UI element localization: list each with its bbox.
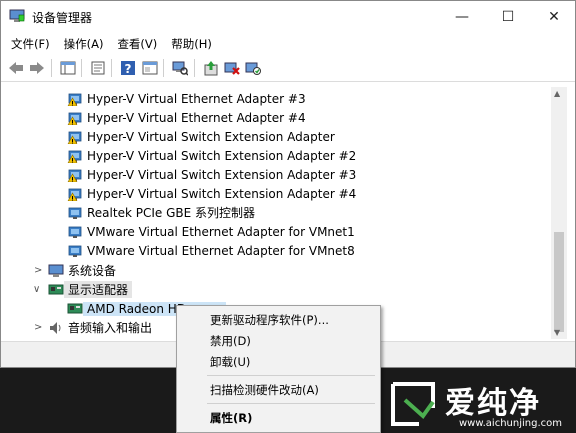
toolbar-separator [163, 59, 164, 77]
menu-item-properties[interactable]: 属性(R) [210, 410, 252, 426]
forward-button[interactable] [28, 59, 46, 77]
tree-category-audio[interactable]: 音频输入和输出 [48, 318, 152, 337]
toolbar-separator [194, 59, 195, 77]
properties-toolbar-button[interactable] [89, 59, 107, 77]
close-button[interactable]: ✕ [531, 1, 576, 32]
toolbar-separator [111, 59, 112, 77]
enable-device-icon [245, 62, 261, 75]
minimize-icon: — [455, 8, 469, 25]
menu-separator [207, 403, 375, 404]
enable-device-toolbar-button[interactable] [244, 59, 262, 77]
network-adapter-icon [68, 245, 82, 257]
tree-item-network-adapter[interactable]: Hyper-V Virtual Ethernet Adapter #4 [67, 108, 306, 127]
uninstall-device-toolbar-button[interactable] [223, 59, 241, 77]
expand-chevron-icon[interactable]: > [34, 265, 42, 276]
speaker-icon [50, 321, 61, 334]
view-toolbar-button[interactable] [141, 59, 159, 77]
toolbar-separator [81, 59, 82, 77]
tree-item-network-adapter[interactable]: Hyper-V Virtual Switch Extension Adapter… [67, 146, 356, 165]
device-label: VMware Virtual Ethernet Adapter for VMne… [87, 224, 355, 239]
menu-item-disable[interactable]: 禁用(D) [210, 333, 251, 349]
help-toolbar-button[interactable]: ? [119, 59, 137, 77]
menu-action[interactable]: 操作(A) [57, 33, 111, 53]
scroll-down-icon[interactable]: ▼ [554, 328, 560, 337]
properties-sheet-icon [91, 61, 105, 75]
vertical-scrollbar[interactable]: ▲ ▼ [551, 87, 567, 339]
tree-item-network-adapter[interactable]: VMware Virtual Ethernet Adapter for VMne… [67, 222, 355, 241]
menu-item-uninstall[interactable]: 卸载(U) [210, 354, 250, 370]
toolbar: ? [1, 54, 575, 82]
device-label: Hyper-V Virtual Switch Extension Adapter [87, 129, 335, 144]
expand-chevron-icon[interactable]: > [34, 322, 42, 333]
network-adapter-warning-icon [67, 188, 82, 201]
update-driver-toolbar-button[interactable] [202, 59, 220, 77]
menu-separator [207, 375, 375, 376]
network-adapter-warning-icon [67, 150, 82, 163]
maximize-button[interactable]: ☐ [485, 1, 531, 32]
svg-text:?: ? [125, 62, 132, 76]
tree-item-network-adapter[interactable]: Realtek PCIe GBE 系列控制器 [67, 203, 255, 222]
menu-help[interactable]: 帮助(H) [164, 33, 219, 53]
device-label: Hyper-V Virtual Switch Extension Adapter… [87, 148, 357, 163]
forward-arrow-icon [30, 62, 44, 74]
device-label: Hyper-V Virtual Ethernet Adapter #3 [87, 91, 306, 106]
network-adapter-icon [68, 207, 82, 219]
help-icon: ? [121, 61, 135, 76]
device-label: Hyper-V Virtual Switch Extension Adapter… [87, 186, 357, 201]
menu-file[interactable]: 文件(F) [1, 33, 57, 53]
network-adapter-icon [68, 226, 82, 238]
device-label: Hyper-V Virtual Ethernet Adapter #4 [87, 110, 306, 125]
show-hide-console-tree-button[interactable] [59, 59, 77, 77]
window-title: 设备管理器 [32, 11, 93, 25]
context-menu: 更新驱动程序软件(P)... 禁用(D) 卸载(U) 扫描检测硬件改动(A) 属… [176, 305, 381, 433]
device-manager-icon [9, 9, 25, 22]
minimize-button[interactable]: — [439, 1, 485, 32]
watermark-logo: 爱纯净 www.aichunjing.com [381, 376, 576, 433]
brand-url: www.aichunjing.com [459, 418, 562, 429]
tree-category-system-devices[interactable]: 系统设备 [48, 261, 116, 280]
menu-view[interactable]: 查看(V) [110, 33, 164, 53]
title-bar: 设备管理器 — ☐ ✕ [1, 1, 575, 32]
device-label: Realtek PCIe GBE 系列控制器 [87, 206, 256, 220]
device-label: VMware Virtual Ethernet Adapter for VMne… [87, 243, 355, 258]
device-label: Hyper-V Virtual Switch Extension Adapter… [87, 167, 357, 182]
display-adapter-icon [48, 284, 64, 294]
network-adapter-warning-icon [67, 93, 82, 106]
tree-item-network-adapter[interactable]: Hyper-V Virtual Switch Extension Adapter… [67, 184, 356, 203]
system-devices-icon [48, 264, 64, 277]
scan-hardware-toolbar-button[interactable] [171, 59, 189, 77]
update-driver-icon [204, 61, 218, 76]
brand-logo-icon [391, 382, 435, 426]
uninstall-device-icon [224, 62, 240, 75]
back-arrow-icon [9, 62, 23, 74]
window-view-icon [142, 61, 158, 75]
scan-computer-icon [172, 61, 188, 76]
scrollbar-thumb[interactable] [554, 232, 564, 332]
menu-item-scan-hardware[interactable]: 扫描检测硬件改动(A) [210, 382, 319, 398]
category-label: 系统设备 [68, 264, 117, 278]
tree-category-display-adapters[interactable]: 显示适配器 [48, 280, 133, 299]
network-adapter-warning-icon [67, 169, 82, 182]
network-adapter-warning-icon [67, 131, 82, 144]
collapse-chevron-icon[interactable]: ∨ [33, 284, 40, 295]
maximize-icon: ☐ [501, 8, 515, 25]
menu-bar: 文件(F) 操作(A) 查看(V) 帮助(H) [1, 33, 575, 53]
back-button[interactable] [7, 59, 25, 77]
console-tree-icon [60, 61, 76, 75]
category-label: 显示适配器 [64, 281, 133, 298]
tree-item-network-adapter[interactable]: VMware Virtual Ethernet Adapter for VMne… [67, 241, 355, 260]
device-tree: Hyper-V Virtual Ethernet Adapter #3 Hype… [1, 87, 551, 339]
category-label: 音频输入和输出 [68, 321, 153, 335]
toolbar-separator [51, 59, 52, 77]
scroll-up-icon[interactable]: ▲ [554, 89, 560, 98]
display-adapter-icon [67, 303, 83, 313]
tree-item-network-adapter[interactable]: Hyper-V Virtual Switch Extension Adapter… [67, 165, 356, 184]
tree-item-network-adapter[interactable]: Hyper-V Virtual Ethernet Adapter #3 [67, 89, 306, 108]
network-adapter-warning-icon [67, 112, 82, 125]
menu-item-update-driver[interactable]: 更新驱动程序软件(P)... [210, 312, 329, 328]
close-icon: ✕ [548, 8, 560, 25]
tree-item-network-adapter[interactable]: Hyper-V Virtual Switch Extension Adapter [67, 127, 335, 146]
brand-name: 爱纯净 [445, 386, 541, 421]
